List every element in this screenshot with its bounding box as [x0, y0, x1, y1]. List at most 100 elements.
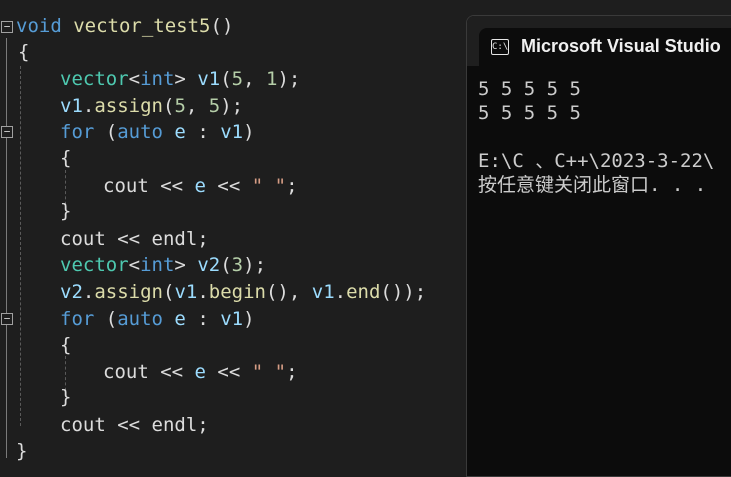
code-line-v1-decl: vector<int> v1(5, 1);: [60, 66, 300, 92]
punct: ;: [286, 175, 298, 197]
keyword: auto: [117, 308, 163, 330]
punct: ;: [286, 361, 298, 383]
variable: v1: [197, 68, 221, 90]
variable: v1: [311, 281, 335, 303]
variable: v1: [60, 95, 83, 117]
function-name: assign: [94, 95, 163, 117]
variable: v2: [197, 254, 221, 276]
fold-toggle-for-2[interactable]: −: [1, 313, 13, 325]
code-line-brace-close: }: [16, 438, 27, 464]
console-output-line: E:\C 、C++\2023-3-22\: [478, 150, 715, 172]
punct: >: [174, 254, 186, 276]
punct: ): [243, 121, 255, 143]
console-titlebar[interactable]: C:\ Microsoft Visual Studio: [467, 16, 731, 67]
console-window[interactable]: C:\ Microsoft Visual Studio 5 5 5 5 5 5 …: [466, 15, 731, 477]
fold-toggle-for-1[interactable]: −: [1, 126, 13, 138]
code-line-v1-assign: v1.assign(5, 5);: [60, 93, 243, 119]
keyword: int: [140, 68, 175, 90]
identifier: cout: [103, 175, 149, 197]
fold-toggle-function[interactable]: −: [1, 21, 13, 33]
punct: .: [82, 95, 95, 117]
operator: <<: [105, 414, 152, 436]
number: 3: [231, 254, 244, 276]
keyword: int: [140, 254, 175, 276]
code-line-brace-close: }: [60, 198, 71, 224]
punct: (: [162, 95, 175, 117]
punct: (): [210, 15, 234, 37]
punct: .: [334, 281, 347, 303]
keyword: void: [16, 15, 62, 37]
punct: (: [94, 121, 118, 143]
code-line-cout-1: cout << e << " ";: [103, 173, 298, 199]
brace: {: [60, 334, 72, 356]
brace: }: [60, 386, 72, 408]
brace: {: [18, 41, 30, 63]
type: vector: [60, 68, 129, 90]
function-name: end: [346, 281, 381, 303]
identifier: cout: [60, 414, 106, 436]
punct: (: [94, 308, 118, 330]
code-line-v2-assign: v2.assign(v1.begin(), v1.end());: [60, 279, 426, 305]
number: 5: [231, 68, 244, 90]
code-line-v2-decl: vector<int> v2(3);: [60, 252, 266, 278]
variable: e: [162, 121, 186, 143]
punct: (: [220, 68, 232, 90]
punct: (: [220, 254, 232, 276]
variable: v1: [220, 121, 244, 143]
for-scope-line-1: [6, 140, 7, 220]
type: vector: [60, 254, 129, 276]
function-name: assign: [94, 281, 163, 303]
code-line-cout-2: cout << e << " ";: [103, 359, 298, 385]
operator: <<: [148, 361, 195, 383]
operator: <<: [148, 175, 195, 197]
number: 1: [266, 68, 278, 90]
punct: ;: [197, 228, 209, 250]
code-line-brace-open: {: [18, 39, 29, 65]
function-name: begin: [208, 281, 266, 303]
brace: }: [16, 440, 28, 462]
punct: :: [185, 121, 221, 143]
variable: v1: [220, 308, 244, 330]
variable: e: [194, 361, 206, 383]
keyword: auto: [117, 121, 163, 143]
code-line-brace-open: {: [60, 332, 71, 358]
identifier: endl: [151, 228, 198, 250]
punct: .: [82, 281, 95, 303]
punct: ,: [185, 95, 209, 117]
console-tab[interactable]: C:\ Microsoft Visual Studio: [479, 28, 731, 67]
operator: <<: [205, 175, 252, 197]
punct: (),: [265, 281, 312, 303]
punct: ());: [380, 281, 427, 303]
punct: ;: [197, 414, 209, 436]
punct: :: [185, 308, 221, 330]
code-line-brace-close: }: [60, 384, 71, 410]
code-line-brace-open: {: [60, 145, 71, 171]
punct: ,: [243, 68, 267, 90]
punct: >: [174, 68, 186, 90]
punct: );: [243, 254, 267, 276]
console-title: Microsoft Visual Studio: [521, 36, 721, 56]
punct: );: [220, 95, 244, 117]
console-output-line: 5 5 5 5 5: [478, 78, 581, 100]
variable: v2: [60, 281, 83, 303]
code-line-for-1: for (auto e : v1): [60, 119, 255, 145]
variable: v1: [174, 281, 198, 303]
console-output-line: 5 5 5 5 5: [478, 102, 581, 124]
punct: <: [128, 254, 141, 276]
for-scope-line-2: [6, 327, 7, 407]
keyword: for: [60, 308, 95, 330]
console-app-icon: C:\: [491, 39, 509, 55]
code-line-for-2: for (auto e : v1): [60, 306, 255, 332]
code-line-endl-1: cout << endl;: [60, 226, 209, 252]
number: 5: [174, 95, 186, 117]
punct: ): [243, 308, 255, 330]
console-output-line: 按任意键关闭此窗口. . .: [478, 174, 707, 196]
string-literal: " ": [251, 361, 287, 383]
string-literal: " ": [251, 175, 287, 197]
operator: <<: [105, 228, 152, 250]
operator: <<: [205, 361, 252, 383]
variable: e: [162, 308, 186, 330]
brace: }: [60, 200, 72, 222]
number: 5: [208, 95, 221, 117]
variable: e: [194, 175, 206, 197]
